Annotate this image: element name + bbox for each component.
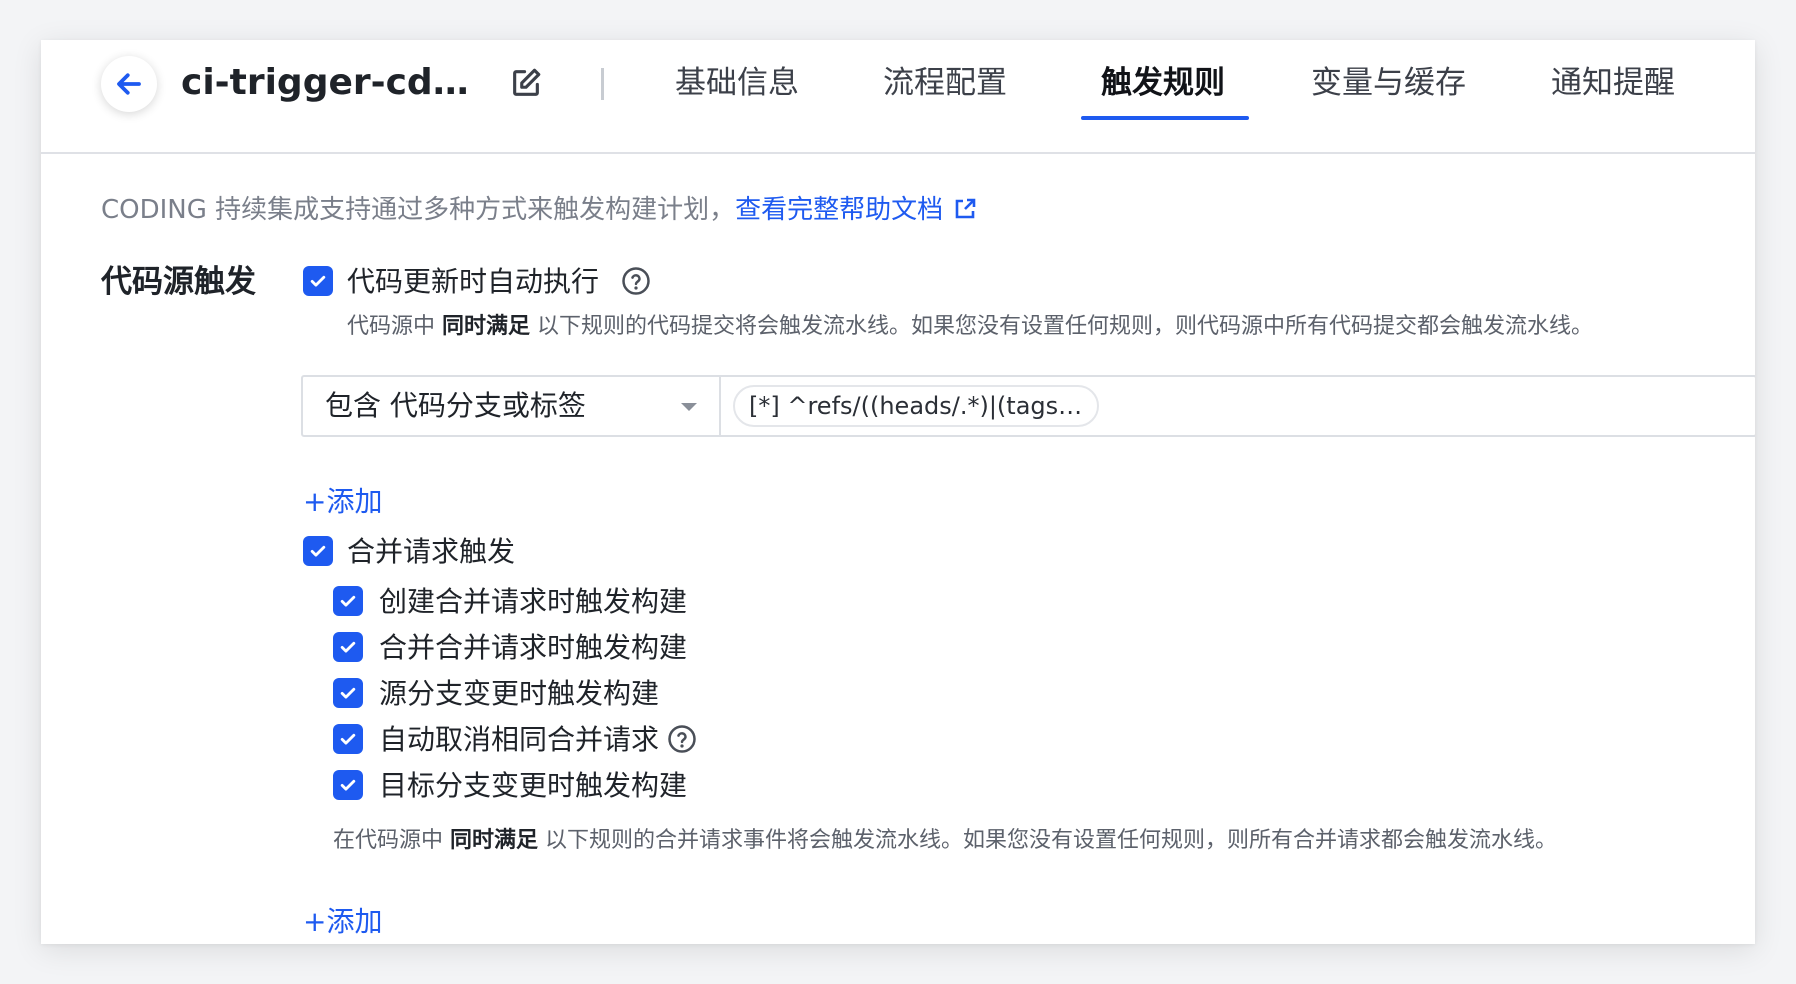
check-icon <box>340 733 356 745</box>
code-trigger-section-label: 代码源触发 <box>101 264 256 300</box>
help-doc-link[interactable]: 查看完整帮助文档 <box>735 195 943 225</box>
chevron-down-icon <box>681 403 697 411</box>
settings-card: ci-trigger-cd-trigger-pipeline 基础信息 流程配置… <box>41 40 1755 944</box>
desc-prefix: 代码源中 <box>347 314 442 339</box>
auto-run-label: 代码更新时自动执行 <box>347 265 600 298</box>
tab-trigger-rules[interactable]: 触发规则 <box>1101 58 1225 108</box>
page-header: ci-trigger-cd-trigger-pipeline 基础信息 流程配置… <box>41 40 1755 154</box>
add-merge-rule-button[interactable]: +添加 <box>303 902 382 942</box>
check-icon <box>310 545 326 557</box>
check-icon <box>340 641 356 653</box>
rule-type-value: 包含 代码分支或标签 <box>325 389 586 422</box>
check-icon <box>310 275 326 287</box>
help-icon[interactable] <box>667 724 697 754</box>
pipeline-title: ci-trigger-cd-trigger-pipeline <box>181 62 471 103</box>
intro-text: CODING 持续集成支持通过多种方式来触发构建计划，查看完整帮助文档 <box>101 190 977 230</box>
mr-desc-prefix: 在代码源中 <box>333 828 450 853</box>
merge-request-checkbox[interactable] <box>303 536 333 566</box>
option-auto-cancel-checkbox[interactable] <box>333 724 363 754</box>
merge-request-label: 合并请求触发 <box>347 535 516 568</box>
option-create-mr-label: 创建合并请求时触发构建 <box>379 585 688 618</box>
option-auto-cancel-label: 自动取消相同合并请求 <box>379 723 660 756</box>
rule-type-select[interactable]: 包含 代码分支或标签 <box>303 377 721 435</box>
external-link-icon[interactable] <box>953 197 977 221</box>
check-icon <box>340 687 356 699</box>
code-trigger-description: 代码源中 同时满足 以下规则的代码提交将会触发流水线。如果您没有设置任何规则，则… <box>347 310 1593 344</box>
tab-notifications[interactable]: 通知提醒 <box>1551 58 1675 108</box>
merge-request-description: 在代码源中 同时满足 以下规则的合并请求事件将会触发流水线。如果您没有设置任何规… <box>333 824 1557 858</box>
check-icon <box>340 595 356 607</box>
rule-tag-chip[interactable]: [*] ^refs/((heads/.*)|(tags/.... <box>733 385 1099 427</box>
option-merge-mr-label: 合并合并请求时触发构建 <box>379 631 688 664</box>
help-icon[interactable] <box>621 266 651 296</box>
arrow-left-icon <box>117 73 141 95</box>
edit-icon[interactable] <box>509 66 543 100</box>
option-target-branch-checkbox[interactable] <box>333 770 363 800</box>
option-merge-mr-checkbox[interactable] <box>333 632 363 662</box>
header-divider <box>601 68 604 100</box>
auto-run-checkbox[interactable] <box>303 266 333 296</box>
mr-desc-suffix: 以下规则的合并请求事件将会触发流水线。如果您没有设置任何规则，则所有合并请求都会… <box>538 828 1558 853</box>
check-icon <box>340 779 356 791</box>
code-rule-row: 包含 代码分支或标签 [*] ^refs/((heads/.*)|(tags/.… <box>301 375 1755 437</box>
option-source-branch-label: 源分支变更时触发构建 <box>379 677 660 710</box>
tab-variables-cache[interactable]: 变量与缓存 <box>1311 58 1466 108</box>
option-target-branch-label: 目标分支变更时触发构建 <box>379 769 688 802</box>
desc-bold: 同时满足 <box>442 314 531 339</box>
tab-flow-config[interactable]: 流程配置 <box>883 58 1007 108</box>
back-button[interactable] <box>101 56 157 112</box>
desc-suffix: 以下规则的代码提交将会触发流水线。如果您没有设置任何规则，则代码源中所有代码提交… <box>530 314 1594 339</box>
active-tab-indicator <box>1081 116 1249 120</box>
add-code-rule-button[interactable]: +添加 <box>303 482 382 522</box>
option-source-branch-checkbox[interactable] <box>333 678 363 708</box>
rule-value-input[interactable]: [*] ^refs/((heads/.*)|(tags/.... <box>723 377 1755 435</box>
tab-basic-info[interactable]: 基础信息 <box>675 58 799 108</box>
intro-description: CODING 持续集成支持通过多种方式来触发构建计划， <box>101 195 736 225</box>
option-create-mr-checkbox[interactable] <box>333 586 363 616</box>
mr-desc-bold: 同时满足 <box>450 828 539 853</box>
